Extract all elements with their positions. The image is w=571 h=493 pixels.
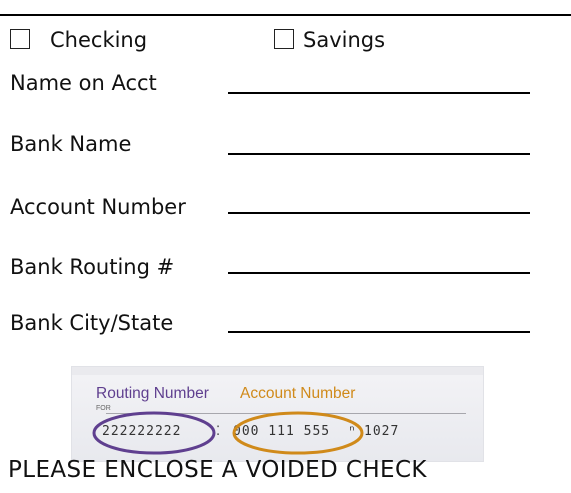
bank-routing-field[interactable] (228, 272, 530, 274)
account-number-label: Account Number (10, 195, 186, 219)
check-highlight-overlay (92, 411, 364, 455)
bank-name-field[interactable] (228, 153, 530, 155)
name-on-acct-label: Name on Acct (10, 71, 157, 95)
checking-checkbox[interactable] (10, 29, 30, 49)
savings-label: Savings (303, 28, 386, 52)
bank-name-label: Bank Name (10, 132, 132, 156)
routing-highlight-ellipse (92, 411, 216, 455)
savings-checkbox[interactable] (274, 29, 294, 49)
voided-check-note: PLEASE ENCLOSE A VOIDED CHECK (8, 457, 427, 483)
bank-city-state-label: Bank City/State (10, 311, 174, 335)
bank-city-state-field[interactable] (228, 331, 530, 333)
name-on-acct-field[interactable] (228, 92, 530, 94)
top-divider (0, 14, 571, 16)
checking-label: Checking (50, 28, 148, 52)
sample-check-image: Routing Number Account Number FOR 222222… (71, 366, 484, 462)
account-number-field[interactable] (228, 212, 530, 214)
account-highlight-ellipse (232, 411, 364, 455)
bank-routing-label: Bank Routing # (10, 255, 175, 279)
